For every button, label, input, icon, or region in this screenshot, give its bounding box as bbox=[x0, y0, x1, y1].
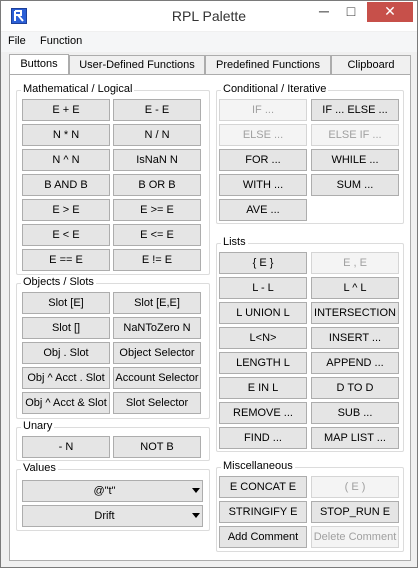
btn-else-if[interactable]: ELSE IF ... bbox=[311, 124, 399, 146]
btn-stop-run[interactable]: STOP_RUN E bbox=[311, 501, 399, 523]
maximize-button[interactable]: □ bbox=[338, 2, 364, 22]
btn-if-else[interactable]: IF ... ELSE ... bbox=[311, 99, 399, 121]
btn-power[interactable]: N ^ N bbox=[22, 149, 110, 171]
btn-list-minus[interactable]: L - L bbox=[219, 277, 307, 299]
tab-predefined-functions[interactable]: Predefined Functions bbox=[205, 55, 331, 75]
btn-less-equal[interactable]: E <= E bbox=[113, 224, 201, 246]
btn-parens[interactable]: ( E ) bbox=[311, 476, 399, 498]
menu-function[interactable]: Function bbox=[40, 35, 82, 47]
btn-list-braces[interactable]: { E } bbox=[219, 252, 307, 274]
group-title: Lists bbox=[221, 236, 248, 249]
btn-add-comment[interactable]: Add Comment bbox=[219, 526, 307, 548]
btn-add[interactable]: E + E bbox=[22, 99, 110, 121]
btn-subtract[interactable]: E - E bbox=[113, 99, 201, 121]
group-title: Objects / Slots bbox=[21, 276, 96, 289]
btn-not[interactable]: NOT B bbox=[113, 436, 201, 458]
btn-object-selector[interactable]: Object Selector bbox=[113, 342, 201, 364]
btn-isnan[interactable]: IsNaN N bbox=[113, 149, 201, 171]
btn-or[interactable]: B OR B bbox=[113, 174, 201, 196]
btn-greater-equal[interactable]: E >= E bbox=[113, 199, 201, 221]
btn-list-concat[interactable]: L ^ L bbox=[311, 277, 399, 299]
btn-slot-empty[interactable]: Slot [] bbox=[22, 317, 110, 339]
btn-divide[interactable]: N / N bbox=[113, 124, 201, 146]
btn-less[interactable]: E < E bbox=[22, 224, 110, 246]
btn-union[interactable]: L UNION L bbox=[219, 302, 307, 324]
btn-map-list[interactable]: MAP LIST ... bbox=[311, 427, 399, 449]
btn-else[interactable]: ELSE ... bbox=[219, 124, 307, 146]
minimize-button[interactable]: ─ bbox=[311, 2, 337, 22]
btn-slot-e-e[interactable]: Slot [E,E] bbox=[113, 292, 201, 314]
rpl-palette-window: RPL Palette ─ □ ✕ File Function Buttons … bbox=[0, 0, 418, 568]
group-title: Unary bbox=[21, 420, 55, 433]
group-title: Mathematical / Logical bbox=[21, 83, 135, 96]
tab-user-defined-functions[interactable]: User-Defined Functions bbox=[69, 55, 205, 75]
btn-in-list[interactable]: E IN L bbox=[219, 377, 307, 399]
btn-negate[interactable]: - N bbox=[22, 436, 110, 458]
dropdown-arrow-icon bbox=[192, 488, 200, 493]
group-conditional-iterative: Conditional / Iterative IF ... IF ... EL… bbox=[216, 83, 404, 224]
group-miscellaneous: Miscellaneous E CONCAT E ( E ) STRINGIFY… bbox=[216, 460, 404, 552]
btn-not-equal[interactable]: E != E bbox=[113, 249, 201, 271]
btn-obj-acct-and-slot[interactable]: Obj ^ Acct & Slot bbox=[22, 392, 110, 414]
time-value-combo[interactable]: @"t" bbox=[22, 480, 203, 502]
group-unary: Unary - N NOT B bbox=[16, 420, 210, 461]
group-values: Values @"t" Drift bbox=[16, 462, 210, 531]
tab-buttons[interactable]: Buttons bbox=[9, 54, 69, 76]
btn-nantozero[interactable]: NaNToZero N bbox=[113, 317, 201, 339]
drift-value-combo[interactable]: Drift bbox=[22, 505, 203, 527]
btn-delete-comment[interactable]: Delete Comment bbox=[311, 526, 399, 548]
menu-bar: File Function bbox=[1, 32, 417, 52]
btn-list-comma[interactable]: E , E bbox=[311, 252, 399, 274]
group-lists: Lists { E } E , E L - L L ^ L L UNION L … bbox=[216, 236, 404, 452]
btn-if[interactable]: IF ... bbox=[219, 99, 307, 121]
btn-intersection[interactable]: INTERSECTION bbox=[311, 302, 399, 324]
group-title: Miscellaneous bbox=[221, 460, 295, 473]
btn-equal[interactable]: E == E bbox=[22, 249, 110, 271]
combo-value: @"t" bbox=[93, 485, 116, 497]
btn-sum[interactable]: SUM ... bbox=[311, 174, 399, 196]
btn-length[interactable]: LENGTH L bbox=[219, 352, 307, 374]
btn-ave[interactable]: AVE ... bbox=[219, 199, 307, 221]
buttons-panel: Mathematical / Logical E + E E - E N * N… bbox=[9, 74, 411, 561]
btn-multiply[interactable]: N * N bbox=[22, 124, 110, 146]
btn-obj-slot[interactable]: Obj . Slot bbox=[22, 342, 110, 364]
btn-for[interactable]: FOR ... bbox=[219, 149, 307, 171]
btn-remove[interactable]: REMOVE ... bbox=[219, 402, 307, 424]
btn-while[interactable]: WHILE ... bbox=[311, 149, 399, 171]
title-bar: RPL Palette ─ □ ✕ bbox=[1, 1, 417, 31]
btn-stringify[interactable]: STRINGIFY E bbox=[219, 501, 307, 523]
dropdown-arrow-icon bbox=[192, 513, 200, 518]
combo-value: Drift bbox=[94, 510, 115, 522]
menu-file[interactable]: File bbox=[8, 35, 26, 47]
btn-obj-acct-slot[interactable]: Obj ^ Acct . Slot bbox=[22, 367, 110, 389]
btn-concat[interactable]: E CONCAT E bbox=[219, 476, 307, 498]
btn-insert[interactable]: INSERT ... bbox=[311, 327, 399, 349]
btn-find[interactable]: FIND ... bbox=[219, 427, 307, 449]
btn-and[interactable]: B AND B bbox=[22, 174, 110, 196]
btn-account-selector[interactable]: Account Selector bbox=[113, 367, 201, 389]
btn-slot-e[interactable]: Slot [E] bbox=[22, 292, 110, 314]
btn-greater[interactable]: E > E bbox=[22, 199, 110, 221]
btn-list-index[interactable]: L<N> bbox=[219, 327, 307, 349]
btn-with[interactable]: WITH ... bbox=[219, 174, 307, 196]
group-title: Conditional / Iterative bbox=[221, 83, 329, 96]
btn-sub[interactable]: SUB ... bbox=[311, 402, 399, 424]
btn-append[interactable]: APPEND ... bbox=[311, 352, 399, 374]
tab-clipboard[interactable]: Clipboard bbox=[331, 55, 411, 75]
close-button[interactable]: ✕ bbox=[367, 2, 413, 22]
group-mathematical-logical: Mathematical / Logical E + E E - E N * N… bbox=[16, 83, 210, 275]
group-objects-slots: Objects / Slots Slot [E] Slot [E,E] Slot… bbox=[16, 276, 210, 419]
btn-d-to-d[interactable]: D TO D bbox=[311, 377, 399, 399]
group-title: Values bbox=[21, 462, 58, 475]
tab-strip: Buttons User-Defined Functions Predefine… bbox=[9, 54, 411, 76]
btn-slot-selector[interactable]: Slot Selector bbox=[113, 392, 201, 414]
